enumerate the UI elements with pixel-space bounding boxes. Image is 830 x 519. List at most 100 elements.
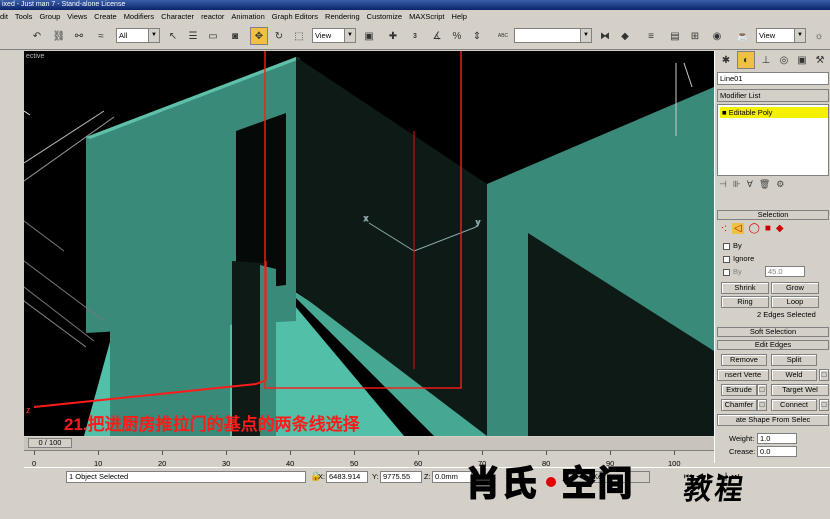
- angle-snap-icon[interactable]: ∡: [428, 27, 446, 45]
- make-unique-icon[interactable]: ∀: [747, 179, 753, 193]
- menu-views[interactable]: Views: [67, 10, 87, 24]
- bind-space-warp-icon[interactable]: ≈: [92, 27, 110, 45]
- connect-settings-icon[interactable]: □: [819, 399, 829, 411]
- vertex-level-icon[interactable]: ⋅:: [721, 223, 727, 234]
- chamfer-button[interactable]: Chamfer: [721, 399, 757, 411]
- insert-vertex-button[interactable]: nsert Verte: [717, 369, 769, 381]
- menu-tools[interactable]: Tools: [15, 10, 33, 24]
- ignore-backfacing-checkbox[interactable]: Ignore: [723, 254, 754, 263]
- select-object-icon[interactable]: ↖: [164, 27, 182, 45]
- polygon-level-icon[interactable]: ■: [765, 223, 771, 234]
- ignore-check[interactable]: [723, 255, 730, 263]
- render-view-select[interactable]: View ▼: [756, 28, 806, 43]
- show-end-result-icon[interactable]: ⊪: [733, 179, 741, 193]
- time-slider-thumb[interactable]: 0 / 100: [28, 438, 72, 448]
- viewport-label[interactable]: ective: [26, 53, 44, 60]
- menu-create[interactable]: Create: [94, 10, 117, 24]
- edit-named-selection-icon[interactable]: ABC: [494, 27, 512, 45]
- weight-spinner[interactable]: 1.0: [757, 433, 797, 444]
- edit-edges-rollout[interactable]: Edit Edges: [717, 340, 829, 350]
- split-button[interactable]: Split: [771, 354, 817, 366]
- menu-character[interactable]: Character: [161, 10, 194, 24]
- rotate-icon[interactable]: ↻: [270, 27, 288, 45]
- stack-item-editable-poly[interactable]: ■ Editable Poly: [720, 107, 828, 118]
- move-icon[interactable]: ✥: [250, 27, 268, 45]
- y-coordinate-field[interactable]: 9775.55: [380, 471, 422, 483]
- element-level-icon[interactable]: ◆: [776, 223, 784, 234]
- curve-editor-icon[interactable]: ▤: [666, 27, 684, 45]
- create-tab-icon[interactable]: ✱: [717, 51, 735, 69]
- rectangular-selection-icon[interactable]: ▭: [204, 27, 222, 45]
- pin-stack-icon[interactable]: ⊣: [719, 179, 727, 193]
- loop-button[interactable]: Loop: [771, 296, 819, 308]
- crease-spinner[interactable]: 0.0: [757, 446, 797, 457]
- shrink-button[interactable]: Shrink: [721, 282, 769, 294]
- select-link-icon[interactable]: ⛓: [50, 27, 68, 45]
- menu-rendering[interactable]: Rendering: [325, 10, 360, 24]
- menu-modifiers[interactable]: Modifiers: [124, 10, 154, 24]
- configure-sets-icon[interactable]: ⚙: [776, 179, 784, 193]
- modify-tab-icon[interactable]: ◐: [737, 51, 755, 69]
- layer-manager-icon[interactable]: ≡: [642, 27, 660, 45]
- grow-button[interactable]: Grow: [771, 282, 819, 294]
- scale-icon[interactable]: ⬚: [290, 27, 308, 45]
- display-tab-icon[interactable]: ▣: [793, 51, 811, 69]
- undo-icon[interactable]: ↶: [28, 27, 46, 45]
- extrude-settings-icon[interactable]: □: [757, 384, 767, 396]
- material-editor-icon[interactable]: ◉: [708, 27, 726, 45]
- utilities-tab-icon[interactable]: ⚒: [811, 51, 829, 69]
- selection-filter-select[interactable]: All ▼: [116, 28, 160, 43]
- time-slider-track[interactable]: [24, 437, 714, 450]
- reference-coordinate-select[interactable]: View ▼: [312, 28, 356, 43]
- pivot-center-icon[interactable]: ▣: [360, 27, 378, 45]
- spinner-snap-icon[interactable]: ⇕: [468, 27, 486, 45]
- align-icon[interactable]: ◆: [616, 27, 634, 45]
- weld-settings-icon[interactable]: □: [819, 369, 829, 381]
- modifier-stack[interactable]: ■ Editable Poly: [717, 104, 829, 176]
- render-scene-icon[interactable]: ☕: [734, 27, 752, 45]
- target-weld-button[interactable]: Target Wel: [771, 384, 829, 396]
- menu-customize[interactable]: Customize: [367, 10, 402, 24]
- select-manipulate-icon[interactable]: ✚: [384, 27, 402, 45]
- menu-help[interactable]: Help: [452, 10, 467, 24]
- weld-button[interactable]: Weld: [771, 369, 817, 381]
- menu-group[interactable]: Group: [39, 10, 60, 24]
- angle-spinner[interactable]: 45.0: [765, 266, 805, 277]
- chamfer-settings-icon[interactable]: □: [757, 399, 767, 411]
- snap-toggle-icon[interactable]: 3: [406, 27, 424, 45]
- modifier-list-dropdown[interactable]: Modifier List: [717, 89, 829, 102]
- percent-snap-icon[interactable]: %: [448, 27, 466, 45]
- remove-button[interactable]: Remove: [721, 354, 767, 366]
- selection-rollout[interactable]: Selection: [717, 210, 829, 220]
- soft-selection-rollout[interactable]: Soft Selection: [717, 327, 829, 337]
- by-vertex-check[interactable]: [723, 242, 730, 250]
- create-shape-button[interactable]: ate Shape From Selec: [717, 414, 829, 426]
- ring-button[interactable]: Ring: [721, 296, 769, 308]
- object-name-field[interactable]: Line01: [717, 72, 829, 85]
- perspective-viewport[interactable]: x y z ective: [24, 51, 714, 436]
- remove-modifier-icon[interactable]: 🗑: [759, 179, 770, 193]
- by-angle-checkbox[interactable]: By: [723, 267, 742, 276]
- extrude-button[interactable]: Extrude: [721, 384, 757, 396]
- edge-level-icon[interactable]: ◁: [731, 223, 744, 234]
- motion-tab-icon[interactable]: ◎: [775, 51, 793, 69]
- menu-animation[interactable]: Animation: [231, 10, 264, 24]
- menu-maxscript[interactable]: MAXScript: [409, 10, 444, 24]
- by-angle-check[interactable]: [723, 268, 730, 276]
- border-level-icon[interactable]: ◯: [749, 223, 760, 234]
- object-name-value: Line01: [720, 74, 743, 83]
- window-crossing-icon[interactable]: ◙: [226, 27, 244, 45]
- named-selection-select[interactable]: ▼: [514, 28, 592, 43]
- hierarchy-tab-icon[interactable]: ⊥: [757, 51, 775, 69]
- schematic-view-icon[interactable]: ⊞: [686, 27, 704, 45]
- connect-button[interactable]: Connect: [771, 399, 817, 411]
- quick-render-icon[interactable]: ☼: [810, 27, 828, 45]
- menu-graph-editors[interactable]: Graph Editors: [272, 10, 318, 24]
- x-coordinate-field[interactable]: 6483.914: [326, 471, 368, 483]
- mirror-icon[interactable]: ⧓: [596, 27, 614, 45]
- unlink-icon[interactable]: ⚯: [70, 27, 88, 45]
- menu-reactor[interactable]: reactor: [201, 10, 224, 24]
- menu-edit[interactable]: dit: [0, 10, 8, 24]
- by-vertex-checkbox[interactable]: By: [723, 241, 742, 250]
- select-by-name-icon[interactable]: ☰: [184, 27, 202, 45]
